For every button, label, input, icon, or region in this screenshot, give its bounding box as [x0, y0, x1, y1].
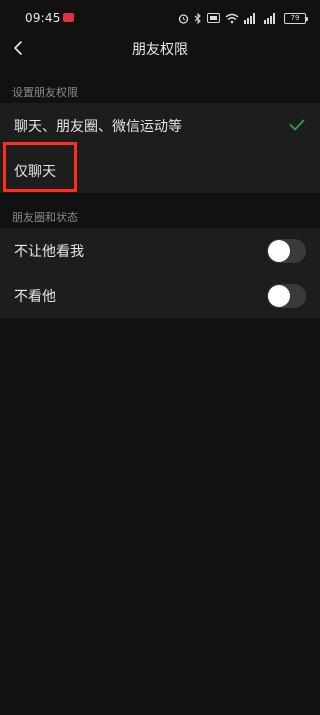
- permission-options: 聊天、朋友圈、微信运动等 仅聊天: [0, 103, 320, 193]
- status-time: 09:45: [25, 11, 61, 25]
- toggle-knob: [268, 240, 290, 262]
- notification-badge-icon: [63, 13, 74, 22]
- moments-toggles: 不让他看我 不看他: [0, 228, 320, 318]
- bluetooth-icon: [194, 12, 201, 24]
- nav-bar: 朋友权限: [0, 34, 320, 64]
- hd-icon: [207, 13, 220, 23]
- battery-icon: 79: [284, 12, 308, 24]
- signal-icon: [264, 12, 275, 24]
- status-bar: 09:45 79: [0, 0, 320, 34]
- section-header-moments: 朋友圈和状态: [12, 211, 78, 224]
- toggle-knob: [268, 285, 290, 307]
- toggle-row-hide-their-posts: 不看他: [0, 273, 320, 318]
- option-chat-moments-werun[interactable]: 聊天、朋友圈、微信运动等: [0, 103, 320, 148]
- wifi-icon: [225, 13, 239, 23]
- toggle-label: 不让他看我: [14, 243, 84, 260]
- section-header-permission: 设置朋友权限: [12, 86, 78, 99]
- option-label: 聊天、朋友圈、微信运动等: [14, 118, 182, 135]
- hide-their-posts-toggle[interactable]: [267, 284, 306, 308]
- toggle-label: 不看他: [14, 288, 56, 305]
- check-icon: [289, 119, 305, 131]
- option-chat-only[interactable]: 仅聊天: [0, 148, 320, 193]
- signal-icon: [244, 12, 255, 24]
- page-title: 朋友权限: [132, 42, 188, 58]
- option-label: 仅聊天: [14, 163, 56, 180]
- toggle-row-hide-my-posts: 不让他看我: [0, 228, 320, 273]
- hide-my-posts-toggle[interactable]: [267, 239, 306, 263]
- alarm-icon: [178, 13, 189, 24]
- status-icons: 79: [178, 11, 308, 25]
